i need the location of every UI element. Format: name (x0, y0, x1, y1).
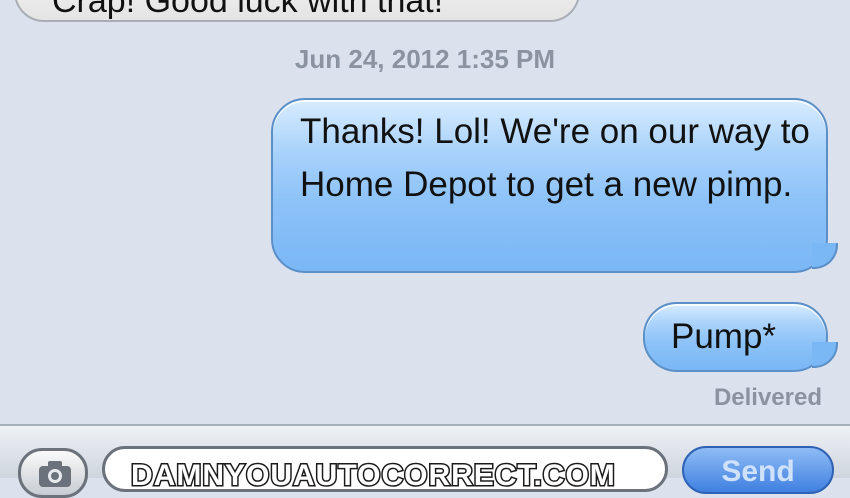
outgoing-message-text: Pump* (671, 317, 777, 356)
send-button-label: Send (721, 455, 795, 488)
incoming-message-bubble: Crap! Good luck with that! (14, 0, 580, 22)
bubble-tail (812, 243, 838, 269)
incoming-message-text: Crap! Good luck with that! (52, 0, 444, 20)
bubble-tail (812, 342, 838, 368)
outgoing-message-bubble: Pump* (643, 302, 828, 372)
delivery-status: Delivered (713, 384, 822, 411)
message-timestamp: Jun 24, 2012 1:35 PM (294, 44, 556, 74)
compose-bar: DAMNYOUAUTOCORRECT.COM Send (0, 424, 850, 498)
watermark-text: DAMNYOUAUTOCORRECT.COM (130, 458, 617, 492)
send-button[interactable]: Send (682, 446, 834, 494)
outgoing-message-bubble: Thanks! Lol! We're on our way to Home De… (271, 98, 828, 273)
camera-icon (39, 461, 71, 487)
outgoing-message-text: Thanks! Lol! We're on our way to Home De… (300, 112, 810, 204)
camera-button[interactable] (18, 448, 88, 498)
message-input[interactable]: DAMNYOUAUTOCORRECT.COM (102, 446, 668, 492)
message-thread: Crap! Good luck with that! Jun 24, 2012 … (0, 0, 850, 424)
